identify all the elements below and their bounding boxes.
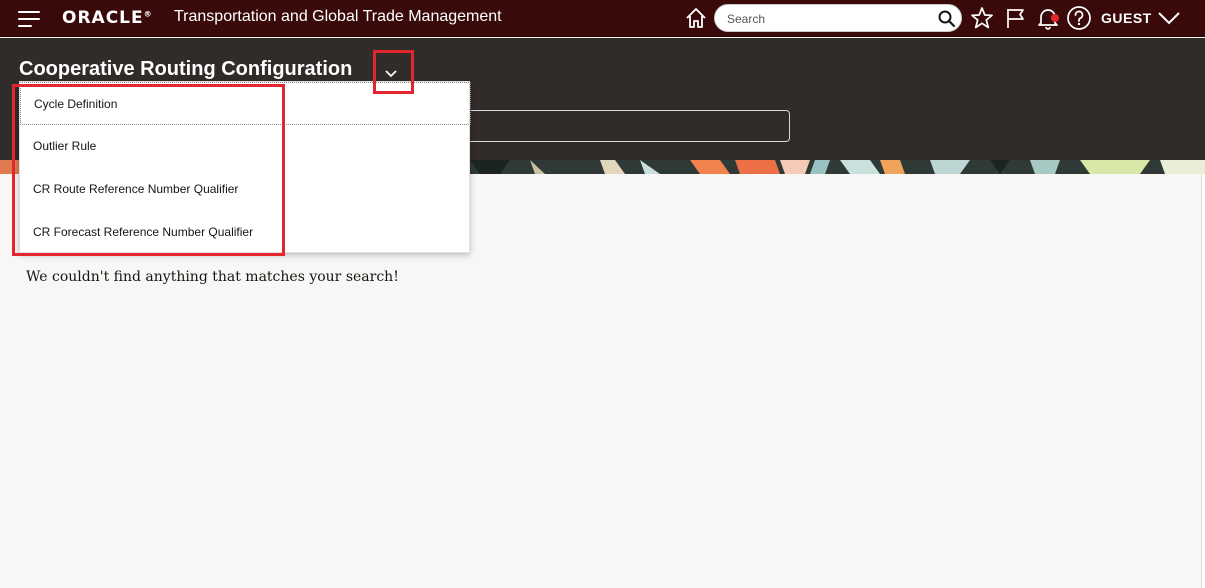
flag-icon[interactable]	[1003, 5, 1029, 31]
page-title: Cooperative Routing Configuration	[19, 58, 353, 80]
user-menu-chevron-icon[interactable]	[1157, 8, 1181, 28]
user-name[interactable]: GUEST	[1101, 10, 1152, 26]
bell-icon[interactable]	[1035, 5, 1061, 31]
home-icon[interactable]	[684, 6, 708, 30]
highlight-box-menu	[12, 84, 285, 256]
search-input[interactable]	[727, 10, 927, 28]
top-bar: ORACLE® Transportation and Global Trade …	[0, 0, 1205, 37]
header-search-field[interactable]	[466, 110, 790, 142]
star-icon[interactable]	[969, 5, 995, 31]
global-search	[714, 4, 962, 32]
highlight-box-chevron	[373, 50, 414, 94]
oracle-logo: ORACLE®	[62, 8, 153, 28]
app-title: Transportation and Global Trade Manageme…	[174, 8, 502, 25]
no-results-message: We couldn't find anything that matches y…	[26, 269, 399, 285]
notification-dot	[1051, 14, 1059, 22]
help-icon[interactable]	[1066, 5, 1092, 31]
scrollbar-track[interactable]	[1201, 174, 1205, 588]
search-icon[interactable]	[937, 9, 957, 29]
hamburger-icon[interactable]	[18, 11, 40, 27]
